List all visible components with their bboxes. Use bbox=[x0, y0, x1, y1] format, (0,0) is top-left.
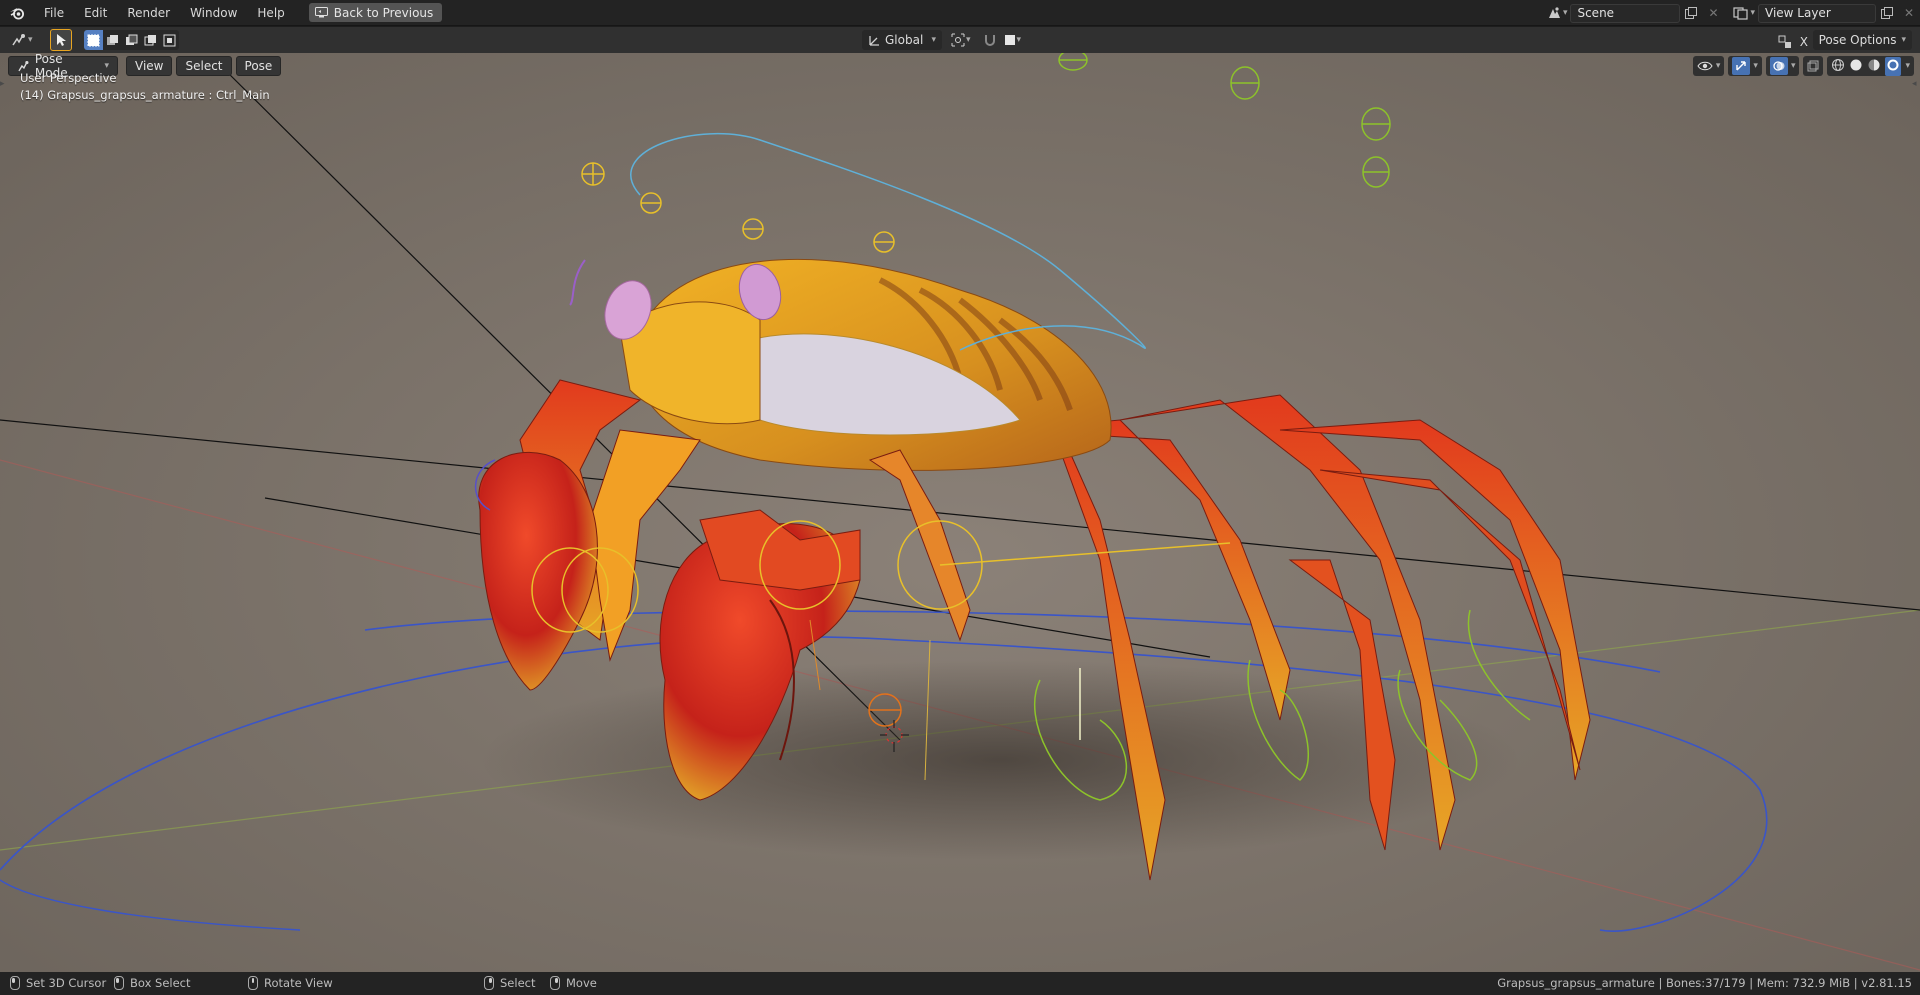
new-scene-icon[interactable] bbox=[1680, 4, 1702, 23]
3d-viewport[interactable]: Pose Mode ▾ View Select Pose ▾ ▾ ▾ ▾ ▸ ◂… bbox=[0, 53, 1920, 972]
back-to-previous-button[interactable]: Back to Previous bbox=[308, 3, 443, 22]
status-set-cursor: Set 3D Cursor bbox=[10, 976, 106, 990]
select-intersect-icon[interactable] bbox=[160, 30, 179, 50]
view-layer-icon bbox=[1733, 7, 1749, 20]
rotate-view-label: Rotate View bbox=[264, 976, 333, 990]
shading-solid-icon[interactable] bbox=[1849, 58, 1863, 75]
select-subtract-icon[interactable] bbox=[122, 30, 141, 50]
x-axis-toggle[interactable]: X bbox=[1800, 35, 1808, 49]
scene-icon bbox=[1548, 7, 1560, 18]
scene-statistics: Grapsus_grapsus_armature | Bones:37/179 … bbox=[1497, 976, 1912, 990]
viewport-header-right: ▾ ▾ ▾ ▾ bbox=[1692, 56, 1914, 76]
shading-rendered-icon[interactable] bbox=[1885, 56, 1902, 76]
snap-element-icon bbox=[1004, 35, 1015, 45]
transform-orientation-icon bbox=[869, 36, 879, 46]
status-rotate-view: Rotate View bbox=[248, 976, 333, 990]
mouse-right-drag-icon bbox=[550, 976, 560, 990]
select-invert-icon[interactable] bbox=[141, 30, 160, 50]
pose-options-label: Pose Options bbox=[1818, 33, 1897, 47]
editor-type-icon bbox=[12, 34, 25, 46]
sidebar-expand-icon[interactable]: ◂ bbox=[1912, 79, 1920, 89]
viewport-menu-select[interactable]: Select bbox=[176, 56, 232, 76]
select-extend-icon[interactable] bbox=[103, 30, 122, 50]
scene-browse-dropdown[interactable]: ▾ bbox=[1543, 4, 1571, 23]
status-box-select: Box Select bbox=[114, 976, 191, 990]
editor-header: ▾ Global ▾ ▾ ▾ X Pose Options ▾ bbox=[0, 27, 1920, 53]
pose-options-dropdown[interactable]: Pose Options ▾ bbox=[1812, 30, 1912, 50]
mouse-left-icon bbox=[10, 976, 20, 990]
menu-help[interactable]: Help bbox=[247, 0, 294, 26]
visibility-icon bbox=[1697, 61, 1713, 71]
xray-toggle[interactable] bbox=[1803, 56, 1824, 76]
view-perspective-label: User Perspective bbox=[20, 71, 117, 85]
toolbar-expand-icon[interactable]: ▸ bbox=[0, 79, 8, 89]
menu-file[interactable]: File bbox=[34, 0, 74, 26]
crab-scene[interactable] bbox=[0, 53, 1920, 972]
select-label: Select bbox=[500, 976, 536, 990]
mouse-right-icon bbox=[484, 976, 494, 990]
move-label: Move bbox=[566, 976, 597, 990]
screen-icon bbox=[314, 7, 328, 18]
select-new-icon[interactable] bbox=[83, 30, 103, 50]
visibility-dropdown[interactable]: ▾ bbox=[1692, 56, 1725, 76]
scene-name-field[interactable]: Scene bbox=[1570, 3, 1681, 23]
menu-window[interactable]: Window bbox=[180, 0, 247, 26]
gizmo-dropdown[interactable]: ▾ bbox=[1728, 56, 1762, 76]
new-view-layer-icon[interactable] bbox=[1876, 4, 1898, 23]
gizmo-icon[interactable] bbox=[1732, 57, 1751, 75]
back-to-previous-label: Back to Previous bbox=[333, 5, 434, 20]
shading-group: ▾ bbox=[1827, 56, 1914, 76]
snap-icon bbox=[984, 35, 995, 46]
box-select-label: Box Select bbox=[130, 976, 191, 990]
menu-edit[interactable]: Edit bbox=[74, 0, 117, 26]
snap-dropdown[interactable]: ▾ bbox=[980, 31, 1025, 50]
set-cursor-label: Set 3D Cursor bbox=[26, 976, 107, 990]
status-move: Move bbox=[550, 976, 597, 990]
shading-wireframe-icon[interactable] bbox=[1831, 58, 1845, 75]
status-select: Select bbox=[484, 976, 535, 990]
scene-name: Scene bbox=[1577, 6, 1615, 20]
top-bar: File Edit Render Window Help Back to Pre… bbox=[0, 0, 1920, 26]
active-object-label: (14) Grapsus_grapsus_armature : Ctrl_Mai… bbox=[20, 88, 270, 102]
mouse-drag-icon bbox=[114, 976, 124, 990]
mouse-middle-icon bbox=[248, 976, 258, 990]
close-icon[interactable]: ✕ bbox=[1702, 4, 1724, 23]
overlay-dropdown[interactable]: ▾ bbox=[1765, 56, 1800, 76]
transform-orientation-dropdown[interactable]: Global ▾ bbox=[862, 30, 942, 50]
view-layer-name: View Layer bbox=[1765, 6, 1831, 20]
shading-material-icon[interactable] bbox=[1867, 58, 1881, 75]
menu-render[interactable]: Render bbox=[117, 0, 180, 26]
viewport-menu-view[interactable]: View bbox=[126, 56, 173, 76]
pivot-dropdown[interactable]: ▾ bbox=[948, 31, 974, 50]
overlay-icon[interactable] bbox=[1769, 57, 1788, 75]
view-layer-browse-dropdown[interactable]: ▾ bbox=[1730, 4, 1758, 23]
mirror-axis-icon[interactable] bbox=[1774, 32, 1796, 51]
view-layer-field[interactable]: View Layer bbox=[1758, 3, 1876, 23]
viewport-menu-pose[interactable]: Pose bbox=[235, 56, 282, 76]
pivot-icon bbox=[951, 33, 965, 47]
editor-type-dropdown[interactable]: ▾ bbox=[8, 31, 36, 50]
orientation-label: Global bbox=[885, 33, 924, 47]
selection-mode-group bbox=[83, 30, 179, 50]
close-view-layer-icon[interactable]: ✕ bbox=[1898, 4, 1920, 23]
select-tool-icon[interactable] bbox=[49, 29, 72, 51]
blender-logo-icon[interactable] bbox=[0, 0, 34, 26]
status-bar: Set 3D Cursor Box Select Rotate View Sel… bbox=[0, 972, 1920, 995]
xray-icon bbox=[1807, 60, 1819, 72]
